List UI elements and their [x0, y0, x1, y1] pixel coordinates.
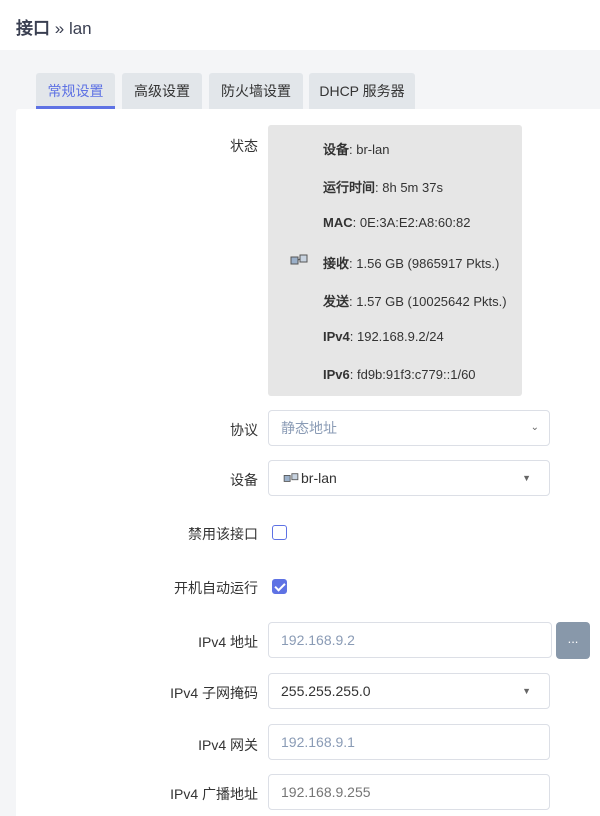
- protocol-select[interactable]: 静态地址 ⌄: [268, 410, 550, 446]
- broadcast-label: IPv4 广播地址: [170, 786, 258, 802]
- chevron-down-icon: ⌄: [530, 422, 539, 433]
- broadcast-input[interactable]: [268, 774, 550, 810]
- device-select-value: br-lan: [301, 470, 337, 486]
- status-rx-key: 接收: [323, 256, 350, 271]
- status-ipv6-key: IPv6: [323, 367, 350, 382]
- device-label: 设备: [230, 472, 258, 488]
- status-tx-value: 1.57 GB (10025642 Pkts.): [356, 294, 507, 309]
- status-device: 设备: br-lan: [323, 142, 390, 157]
- protocol-label: 协议: [230, 422, 258, 438]
- disable-checkbox[interactable]: [272, 525, 287, 540]
- status-device-value: br-lan: [356, 142, 390, 157]
- status-mac-value: 0E:3A:E2:A8:60:82: [359, 215, 471, 230]
- breadcrumb: 接口 » lan: [16, 14, 92, 39]
- status-mac-key: MAC: [323, 215, 353, 230]
- tab-dhcp[interactable]: DHCP 服务器: [309, 73, 415, 109]
- protocol-select-value: 静态地址: [281, 420, 337, 436]
- tab-general[interactable]: 常规设置: [36, 73, 115, 109]
- status-ipv6-value: fd9b:91f3:c779::1/60: [356, 367, 476, 382]
- caret-down-icon: ▼: [522, 473, 531, 483]
- status-tx-key: 发送: [323, 294, 350, 309]
- status-device-key: 设备: [323, 142, 350, 157]
- gateway-input[interactable]: [268, 724, 550, 760]
- status-tx: 发送: 1.57 GB (10025642 Pkts.): [323, 294, 507, 309]
- more-button[interactable]: ...: [556, 622, 590, 659]
- status-rx-value: 1.56 GB (9865917 Pkts.): [356, 256, 500, 271]
- network-icon: [290, 254, 308, 265]
- netmask-label: IPv4 子网掩码: [170, 685, 258, 701]
- status-ipv6: IPv6: fd9b:91f3:c779::1/60: [323, 367, 476, 382]
- netmask-select-value: 255.255.255.0: [281, 683, 371, 699]
- tab-advanced[interactable]: 高级设置: [122, 73, 202, 109]
- status-uptime-value: 8h 5m 37s: [382, 180, 443, 195]
- ipv4-address-input[interactable]: [268, 622, 552, 658]
- status-ipv4-value: 192.168.9.2/24: [356, 329, 444, 344]
- caret-down-icon: ▼: [522, 686, 531, 696]
- status-mac: MAC: 0E:3A:E2:A8:60:82: [323, 215, 471, 230]
- page-header: 接口 » lan: [0, 0, 600, 50]
- device-select[interactable]: br-lan ▼: [268, 460, 550, 496]
- gateway-label: IPv4 网关: [198, 737, 258, 753]
- status-uptime-key: 运行时间: [323, 180, 376, 195]
- status-rx: 接收: 1.56 GB (9865917 Pkts.): [323, 256, 500, 271]
- autostart-label: 开机自动运行: [174, 580, 258, 596]
- breadcrumb-current: lan: [68, 19, 92, 38]
- status-label: 状态: [230, 138, 258, 154]
- status-ipv4-key: IPv4: [323, 329, 350, 344]
- status-box: 设备: br-lan 运行时间: 8h 5m 37s MAC: 0E:3A:E2…: [268, 125, 522, 396]
- ipv4-address-label: IPv4 地址: [198, 634, 258, 650]
- disable-label: 禁用该接口: [188, 526, 258, 542]
- autostart-checkbox[interactable]: [272, 579, 287, 594]
- netmask-select[interactable]: 255.255.255.0 ▼: [268, 673, 550, 709]
- breadcrumb-title: 接口: [16, 19, 50, 38]
- status-uptime: 运行时间: 8h 5m 37s: [323, 180, 443, 195]
- tab-firewall[interactable]: 防火墙设置: [209, 73, 303, 109]
- status-ipv4: IPv4: 192.168.9.2/24: [323, 329, 444, 344]
- breadcrumb-separator: »: [54, 19, 65, 38]
- network-icon: [283, 473, 299, 482]
